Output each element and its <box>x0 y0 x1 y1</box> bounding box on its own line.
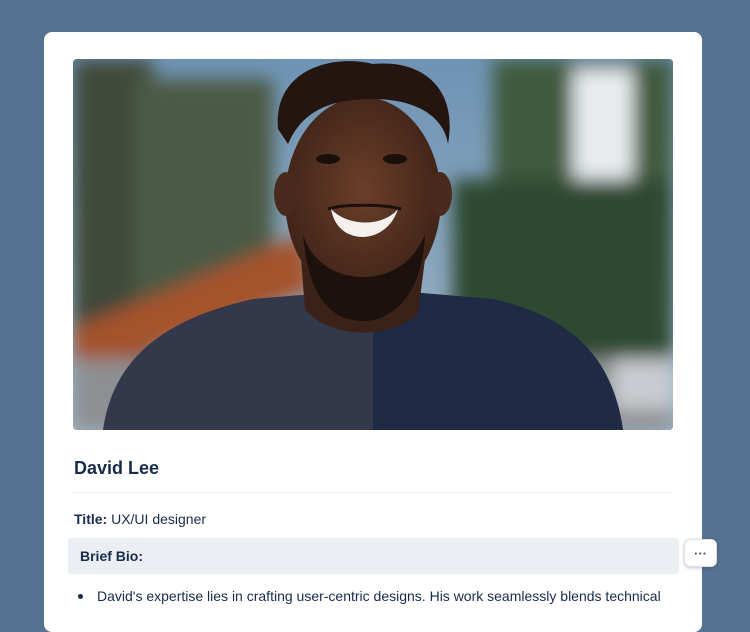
title-label: Title: <box>74 511 108 527</box>
more-horizontal-icon: ··· <box>694 545 707 561</box>
profile-photo <box>73 59 673 430</box>
title-value: UX/UI designer <box>111 511 207 527</box>
bio-section-header: Brief Bio: <box>68 538 679 574</box>
more-actions-button[interactable]: ··· <box>684 539 717 567</box>
profile-title: Title: UX/UI designer <box>74 511 206 527</box>
bio-heading: Brief Bio: <box>80 548 143 564</box>
profile-name: David Lee <box>74 458 160 478</box>
profile-card: David Lee Title: UX/UI designer Brief Bi… <box>44 32 717 632</box>
divider <box>73 492 673 493</box>
bio-list: David's expertise lies in crafting user-… <box>74 586 674 606</box>
list-item: David's expertise lies in crafting user-… <box>74 586 674 606</box>
